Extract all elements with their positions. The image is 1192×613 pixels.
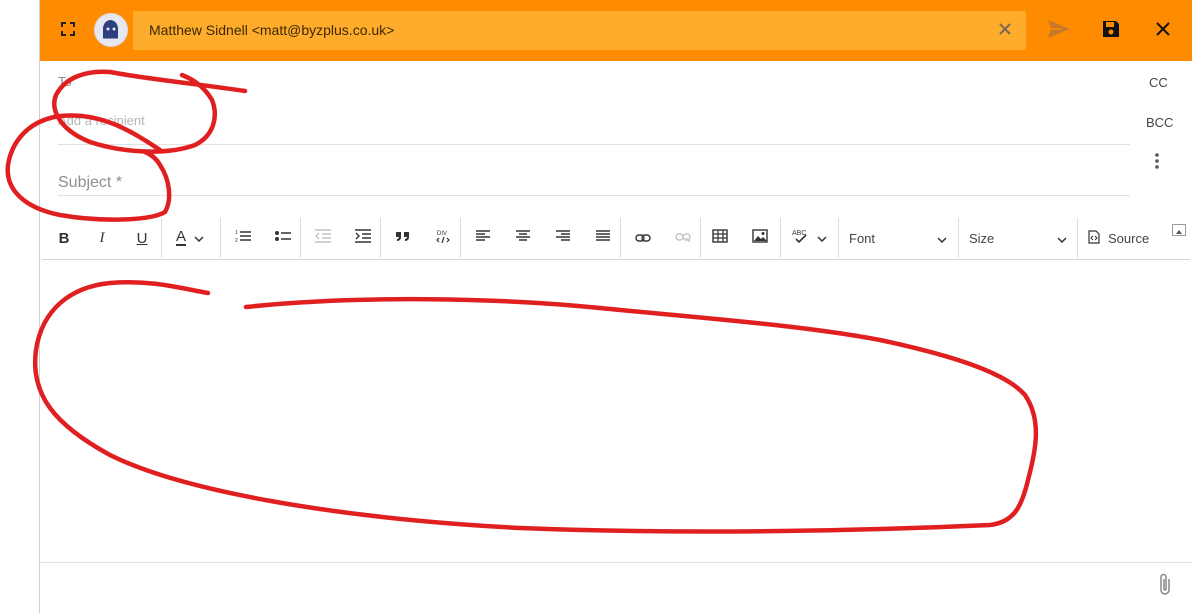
clear-from-button[interactable] (994, 20, 1016, 42)
fullscreen-icon (60, 21, 76, 42)
message-body-editor[interactable] (42, 260, 1190, 562)
outdent-icon (315, 228, 331, 248)
save-icon (1101, 19, 1121, 44)
attach-file-button[interactable] (1154, 573, 1176, 602)
close-icon (1155, 21, 1171, 42)
justify-button[interactable] (590, 218, 616, 258)
bulleted-list-icon (275, 229, 291, 247)
bulleted-list-button[interactable] (270, 218, 296, 258)
source-icon (1088, 229, 1100, 247)
text-color-button[interactable]: A (168, 218, 212, 258)
spellcheck-button[interactable]: ABC (786, 218, 832, 258)
image-button[interactable] (746, 218, 774, 258)
compose-window: Matthew Sidnell <matt@byzplus.co.uk> To (40, 0, 1192, 613)
underline-button[interactable]: U (128, 218, 156, 258)
bcc-button[interactable]: BCC (1146, 115, 1173, 130)
divider (58, 195, 1130, 196)
source-button[interactable]: Source (1088, 218, 1158, 258)
divider (40, 562, 1192, 563)
bold-button[interactable]: B (50, 218, 78, 258)
to-recipient-input[interactable] (58, 110, 458, 130)
toolbar-separator (838, 218, 839, 258)
toolbar-separator (380, 218, 381, 258)
image-icon (752, 228, 768, 248)
unlink-button[interactable] (670, 218, 696, 258)
chevron-down-icon (816, 229, 827, 247)
indent-icon (355, 228, 371, 248)
divider (58, 144, 1130, 145)
left-panel-edge (0, 0, 40, 613)
div-container-icon: DIV (435, 228, 451, 249)
align-left-icon (476, 229, 490, 247)
svg-text:DIV: DIV (437, 231, 447, 237)
toolbar-separator (220, 218, 221, 258)
align-center-button[interactable] (510, 218, 536, 258)
outdent-button[interactable] (310, 218, 336, 258)
save-draft-button[interactable] (1095, 15, 1127, 47)
size-dropdown-label: Size (969, 230, 995, 246)
paperclip-icon (1158, 573, 1172, 602)
from-address: Matthew Sidnell <matt@byzplus.co.uk> (149, 22, 395, 38)
clear-icon (998, 22, 1012, 41)
chevron-down-icon (1057, 231, 1067, 246)
justify-icon (596, 229, 610, 247)
more-options-button[interactable] (1146, 152, 1168, 174)
from-field[interactable]: Matthew Sidnell <matt@byzplus.co.uk> (133, 11, 1026, 50)
align-left-button[interactable] (470, 218, 496, 258)
cc-button[interactable]: CC (1149, 75, 1168, 90)
svg-text:1: 1 (235, 230, 238, 236)
unlink-icon (675, 229, 691, 247)
svg-text:2: 2 (235, 238, 238, 243)
chevron-down-icon (937, 231, 947, 246)
more-vertical-icon (1155, 152, 1159, 174)
align-right-icon (556, 229, 570, 247)
triangle-up-icon (1176, 221, 1182, 239)
toolbar-separator (460, 218, 461, 258)
align-center-icon (516, 229, 530, 247)
avatar (94, 13, 128, 47)
toolbar-separator (700, 218, 701, 258)
close-button[interactable] (1147, 15, 1179, 47)
numbered-list-icon: 12 (235, 229, 251, 248)
div-container-button[interactable]: DIV (430, 218, 456, 258)
font-dropdown-label: Font (849, 230, 876, 246)
toolbar-separator (780, 218, 781, 258)
toolbar-separator (1077, 218, 1078, 258)
blockquote-button[interactable] (390, 218, 416, 258)
subject-input[interactable] (58, 172, 658, 194)
editor-toolbar: B I U A 12 DIV ABC Font Size Source (42, 218, 1190, 260)
italic-button[interactable]: I (88, 218, 116, 258)
toolbar-separator (161, 218, 162, 258)
compose-header: Matthew Sidnell <matt@byzplus.co.uk> (40, 0, 1192, 61)
fullscreen-button[interactable] (52, 15, 84, 47)
toolbar-separator (958, 218, 959, 258)
toolbar-separator (300, 218, 301, 258)
font-dropdown[interactable]: Font (849, 218, 955, 258)
text-color-label: A (175, 228, 186, 246)
size-dropdown[interactable]: Size (969, 218, 1075, 258)
send-icon (1047, 19, 1071, 44)
toolbar-separator (620, 218, 621, 258)
numbered-list-button[interactable]: 12 (230, 218, 256, 258)
indent-button[interactable] (350, 218, 376, 258)
table-button[interactable] (706, 218, 734, 258)
toolbar-collapse-button[interactable] (1172, 224, 1186, 236)
chevron-down-icon (194, 229, 204, 247)
send-button[interactable] (1043, 15, 1075, 47)
to-label: To (58, 74, 72, 89)
spellcheck-icon: ABC (792, 228, 810, 249)
align-right-button[interactable] (550, 218, 576, 258)
blockquote-icon (395, 229, 411, 247)
table-icon (712, 228, 728, 248)
source-label: Source (1108, 230, 1150, 246)
link-icon (635, 229, 651, 247)
link-button[interactable] (630, 218, 656, 258)
